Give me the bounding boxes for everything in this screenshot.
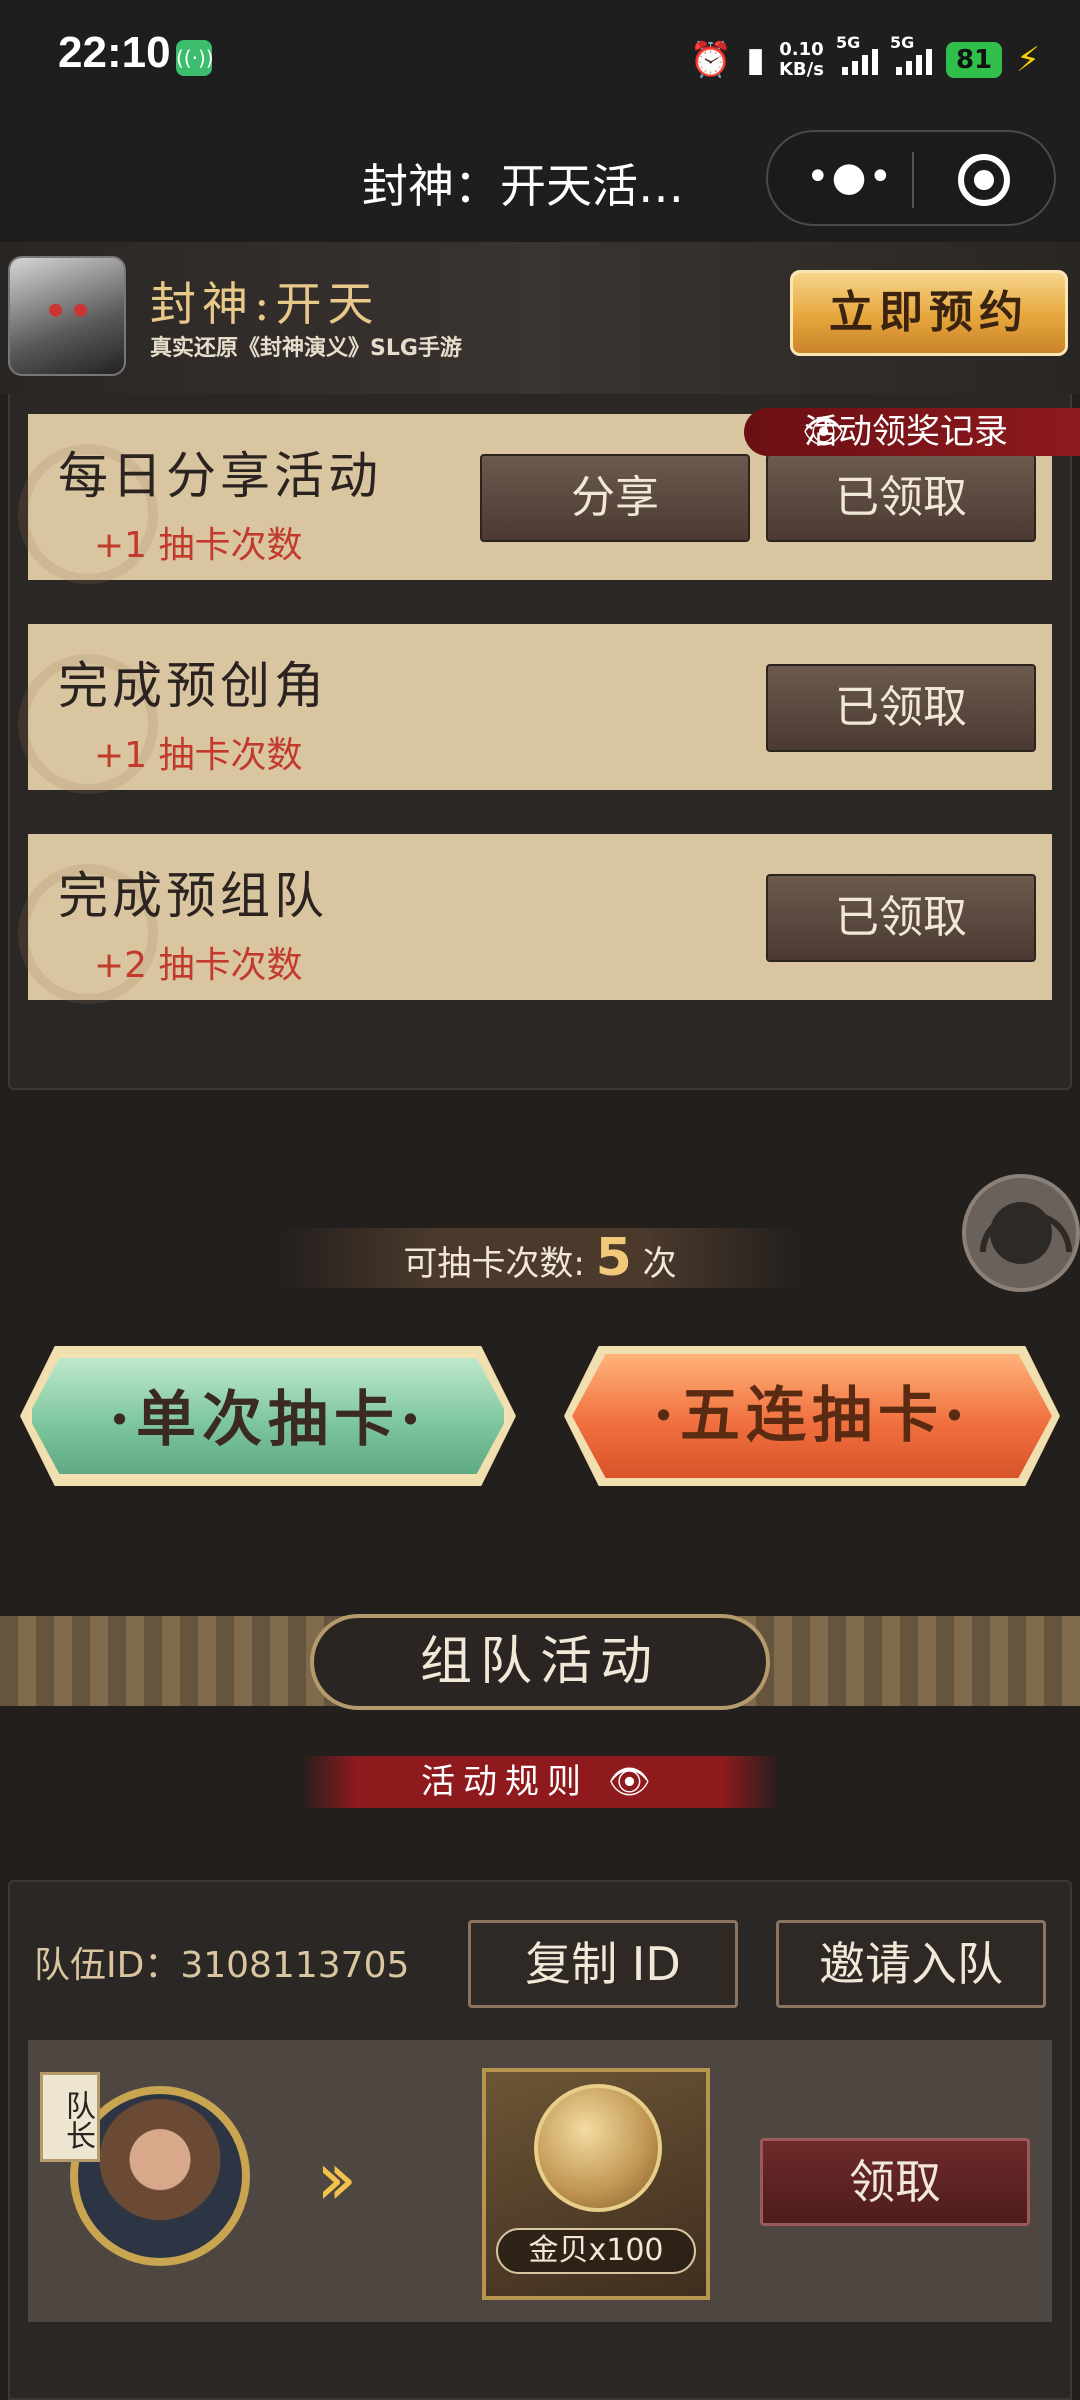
net-speed: 0.10 KB/s [778, 39, 824, 80]
game-name: 封神:开天 [150, 277, 380, 331]
game-subtitle: 真实还原《封神演义》SLG手游 [150, 336, 462, 361]
share-button[interactable]: 分享 [480, 454, 750, 542]
activity-record-link[interactable]: 👁 活动领奖记录 [744, 408, 1080, 456]
captain-badge: 队长 [40, 2072, 100, 2162]
double-chevron-right-icon: ›› [316, 2136, 357, 2222]
hotspot-icon: ((·)) [176, 40, 214, 76]
game-banner: 封神:开天 真实还原《封神演义》SLG手游 立即预约 [0, 242, 1080, 394]
reward-label: 金贝x100 [496, 2228, 696, 2274]
title-bar: 封神：开天活… •●• [0, 120, 1080, 242]
game-logo [8, 256, 126, 376]
task-name: 完成预组队 [58, 867, 328, 925]
gold-shell-icon [534, 2084, 662, 2212]
status-right: ⏰ ▮ 0.10 KB/s 5G 5G 81 ⚡ [690, 30, 1040, 90]
claimed-button[interactable]: 已领取 [766, 664, 1036, 752]
task-name: 完成预创角 [58, 657, 328, 715]
reserve-button[interactable]: 立即预约 [790, 270, 1068, 356]
claimed-button[interactable]: 已领取 [766, 874, 1036, 962]
eye-icon: 👁 [607, 1762, 659, 1802]
alarm-icon: ⏰ [689, 40, 733, 80]
task-reward: +1 抽卡次数 [94, 735, 303, 776]
signal-icon-2: 5G [890, 33, 932, 75]
more-dots-icon[interactable]: •●• [806, 154, 894, 200]
copy-id-button[interactable]: 复制 ID [468, 1920, 738, 2008]
claim-button[interactable]: 领取 [760, 2138, 1030, 2226]
status-time: 22:10 [58, 28, 171, 77]
eye-icon: 👁 [802, 412, 846, 452]
invite-button[interactable]: 邀请入队 [776, 1920, 1046, 2008]
capsule-menu: •●• [766, 130, 1056, 226]
vibrate-icon: ▮ [746, 40, 765, 80]
claimed-button[interactable]: 已领取 [766, 454, 1036, 542]
draw-count: 可抽卡次数: 5 次 [280, 1228, 800, 1288]
page-title: 封神：开天活… [362, 159, 684, 213]
signal-icon-1: 5G [836, 33, 878, 75]
task-item-create-role: 完成预创角 +1 抽卡次数 已领取 [18, 624, 1052, 794]
status-bar: 22:10 ((·)) ⏰ ▮ 0.10 KB/s 5G 5G 81 ⚡ [0, 0, 1080, 120]
task-reward: +2 抽卡次数 [94, 945, 303, 986]
draw-count-value: 5 [595, 1228, 632, 1288]
activity-rules-link[interactable]: 活动规则 👁 [300, 1756, 780, 1808]
charging-icon: ⚡ [1016, 40, 1040, 80]
customer-service-icon[interactable] [962, 1174, 1080, 1292]
task-name: 每日分享活动 [58, 447, 382, 505]
task-reward: +1 抽卡次数 [94, 525, 303, 566]
target-close-icon[interactable] [958, 154, 1010, 206]
team-section-title: 组队活动 [310, 1614, 770, 1710]
single-draw-button[interactable]: ·单次抽卡· [28, 1354, 508, 1478]
task-item-team-up: 完成预组队 +2 抽卡次数 已领取 [18, 834, 1052, 1004]
team-id: 队伍ID：3108113705 [34, 1945, 410, 1986]
five-draw-button[interactable]: ·五连抽卡· [572, 1354, 1052, 1478]
battery-icon: 81 [945, 42, 1003, 78]
